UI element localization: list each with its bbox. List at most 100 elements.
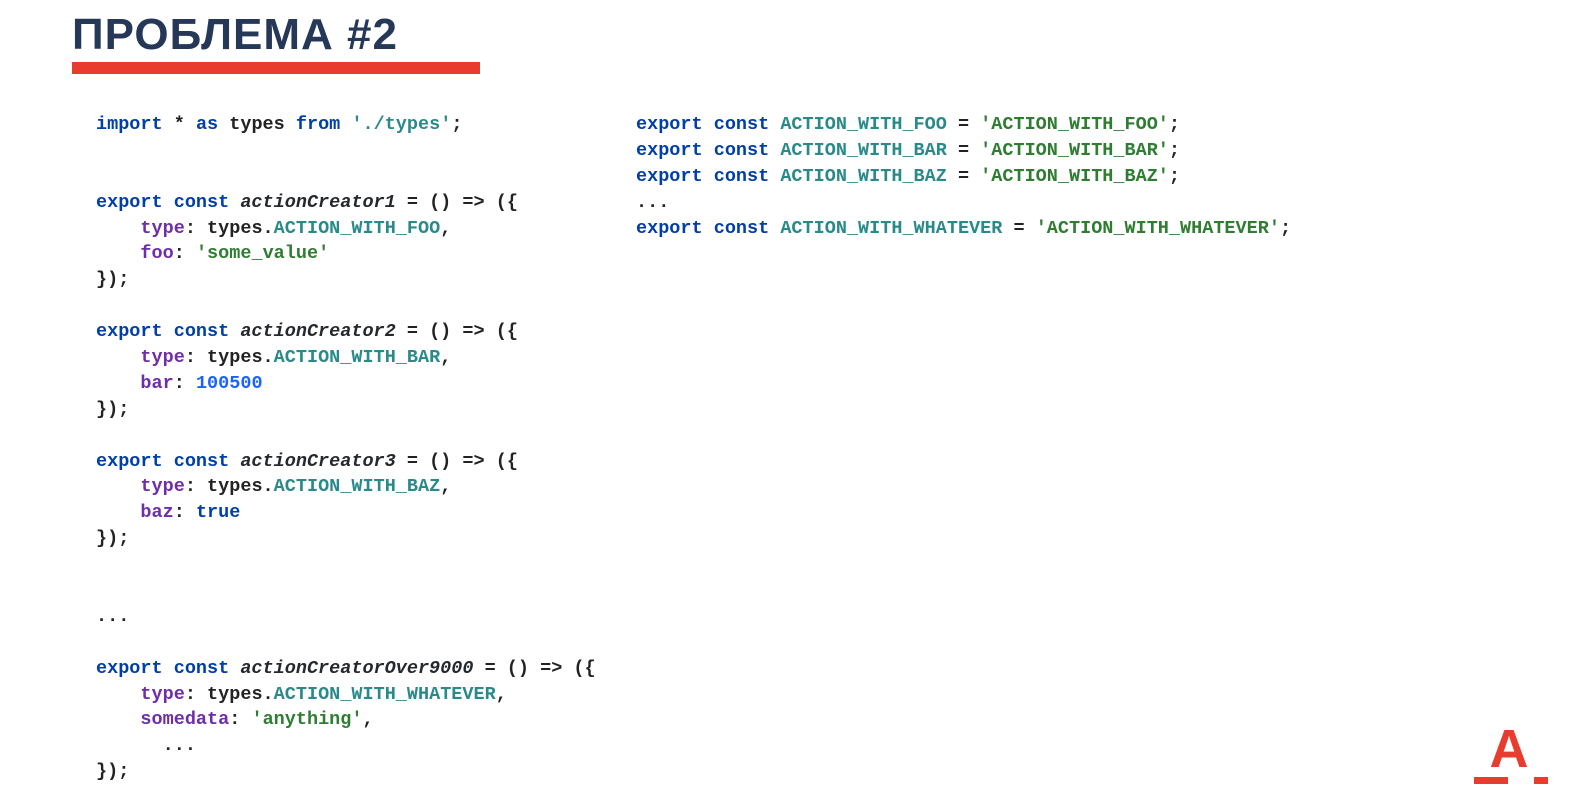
code-token: './types' xyxy=(351,114,451,135)
code-token xyxy=(96,684,140,705)
code-token: type xyxy=(140,684,184,705)
code-token: type xyxy=(140,347,184,368)
code-token: }); xyxy=(96,528,129,549)
code-token: 100500 xyxy=(196,373,263,394)
code-token: actionCreator1 xyxy=(240,192,395,213)
code-token: ({ xyxy=(485,321,518,342)
code-token: : xyxy=(174,373,196,394)
code-token: foo xyxy=(140,243,173,264)
brand-logo-dash xyxy=(1534,777,1548,784)
code-token: type xyxy=(140,218,184,239)
code-token: ; xyxy=(1280,218,1291,239)
code-token xyxy=(96,476,140,497)
code-token: ({ xyxy=(485,192,518,213)
code-token: : types. xyxy=(185,476,274,497)
code-token: : types. xyxy=(185,684,274,705)
code-token: true xyxy=(196,502,240,523)
code-token: ; xyxy=(1169,114,1180,135)
code-token: = () xyxy=(473,658,540,679)
left-code-column: import * as types from './types'; export… xyxy=(96,112,596,785)
code-token: = xyxy=(947,166,980,187)
code-token: : xyxy=(174,243,196,264)
code-token: 'ACTION_WITH_BAR' xyxy=(980,140,1169,161)
brand-logo-letter: А xyxy=(1474,727,1544,773)
code-token: , xyxy=(363,709,374,730)
code-token xyxy=(96,373,140,394)
right-code-block: export const ACTION_WITH_FOO = 'ACTION_W… xyxy=(636,112,1520,241)
code-token: types xyxy=(229,114,296,135)
code-token: ACTION_WITH_BAR xyxy=(780,140,947,161)
code-token: }); xyxy=(96,761,129,782)
code-token: , xyxy=(440,218,451,239)
code-token xyxy=(96,709,140,730)
code-token: ACTION_WITH_BAZ xyxy=(274,476,441,497)
code-token: actionCreator2 xyxy=(240,321,395,342)
code-token xyxy=(96,243,140,264)
code-token xyxy=(96,218,140,239)
code-token: ; xyxy=(1169,166,1180,187)
code-token: export const xyxy=(636,166,780,187)
code-token: = xyxy=(947,140,980,161)
title-underline xyxy=(72,62,480,74)
code-token xyxy=(96,347,140,368)
code-token: = () xyxy=(396,192,463,213)
slide-title-wrap: ПРОБЛЕМА #2 xyxy=(72,10,398,60)
code-token: : types. xyxy=(185,218,274,239)
code-token: bar xyxy=(140,373,173,394)
code-token: export const xyxy=(96,658,240,679)
code-token: export const xyxy=(96,321,240,342)
code-token: ACTION_WITH_FOO xyxy=(780,114,947,135)
code-token: export const xyxy=(636,114,780,135)
left-code-block: import * as types from './types'; export… xyxy=(96,112,596,785)
code-token: }); xyxy=(96,269,129,290)
code-token: => xyxy=(462,451,484,472)
code-token: ACTION_WITH_WHATEVER xyxy=(274,684,496,705)
code-token: type xyxy=(140,476,184,497)
code-token: baz xyxy=(140,502,173,523)
code-token: actionCreator3 xyxy=(240,451,395,472)
code-token: ... xyxy=(636,192,669,213)
code-token: * xyxy=(174,114,196,135)
brand-logo: А xyxy=(1474,727,1544,784)
code-token: ACTION_WITH_BAZ xyxy=(780,166,947,187)
code-token: import xyxy=(96,114,174,135)
code-token: ACTION_WITH_BAR xyxy=(274,347,441,368)
code-token: => xyxy=(462,192,484,213)
code-token: => xyxy=(540,658,562,679)
code-token: export const xyxy=(636,218,780,239)
code-token: export const xyxy=(96,192,240,213)
code-token: }); xyxy=(96,399,129,420)
code-token: ({ xyxy=(485,451,518,472)
code-token: ACTION_WITH_FOO xyxy=(274,218,441,239)
code-token: export const xyxy=(96,451,240,472)
code-token: actionCreatorOver9000 xyxy=(240,658,473,679)
code-token: ; xyxy=(1169,140,1180,161)
code-token: 'ACTION_WITH_BAZ' xyxy=(980,166,1169,187)
code-token: 'some_value' xyxy=(196,243,329,264)
code-token: 'ACTION_WITH_WHATEVER' xyxy=(1036,218,1280,239)
code-token: 'anything' xyxy=(251,709,362,730)
code-token: ACTION_WITH_WHATEVER xyxy=(780,218,1002,239)
code-token: , xyxy=(440,476,451,497)
code-token: 'ACTION_WITH_FOO' xyxy=(980,114,1169,135)
code-token: ; xyxy=(451,114,462,135)
code-token: ... xyxy=(96,735,196,756)
code-token: ({ xyxy=(562,658,595,679)
code-token: = xyxy=(1002,218,1035,239)
code-token: : xyxy=(174,502,196,523)
code-token xyxy=(96,502,140,523)
code-token: = xyxy=(947,114,980,135)
code-token: : xyxy=(229,709,251,730)
code-token: from xyxy=(296,114,352,135)
right-code-column: export const ACTION_WITH_FOO = 'ACTION_W… xyxy=(636,112,1520,785)
code-token: = () xyxy=(396,321,463,342)
code-token: ... xyxy=(96,606,129,627)
code-token: = () xyxy=(396,451,463,472)
code-token: somedata xyxy=(140,709,229,730)
code-token: as xyxy=(196,114,229,135)
code-token: export const xyxy=(636,140,780,161)
code-token: , xyxy=(440,347,451,368)
code-token: , xyxy=(496,684,507,705)
code-token: : types. xyxy=(185,347,274,368)
slide-title: ПРОБЛЕМА #2 xyxy=(72,10,398,60)
